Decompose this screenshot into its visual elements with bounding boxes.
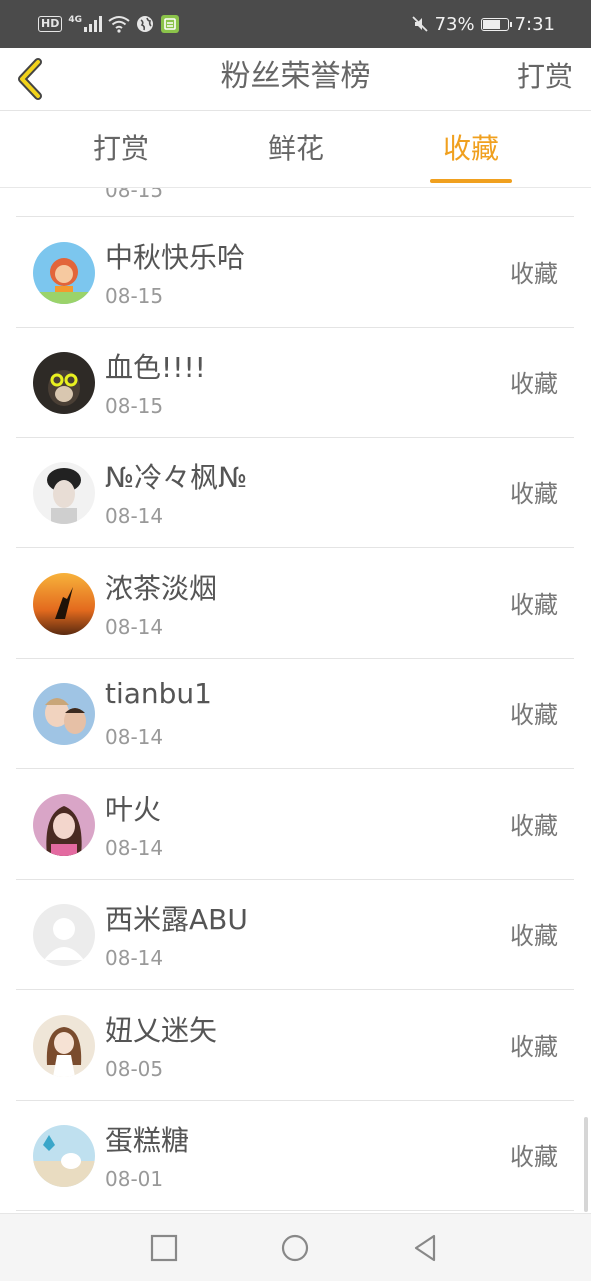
tip-button[interactable]: 打赏 xyxy=(517,48,573,110)
item-name: 妞乂迷矢 xyxy=(105,1014,218,1047)
network-type-label: 4G xyxy=(68,15,82,25)
tab-tip[interactable]: 打赏 xyxy=(80,111,162,187)
home-button[interactable] xyxy=(277,1230,313,1266)
globe-icon xyxy=(137,16,153,32)
tab-label: 鲜花 xyxy=(267,132,324,165)
doll-avatar xyxy=(33,1015,95,1077)
item-type-label: 收藏 xyxy=(510,812,558,840)
battery-percent: 73% xyxy=(434,13,475,35)
triangle-back-icon xyxy=(414,1234,436,1262)
tab-favorites[interactable]: 收藏 xyxy=(430,111,512,187)
status-bar: HD 4G 73% 7:31 xyxy=(0,0,591,48)
status-icons-left: HD 4G xyxy=(38,12,180,36)
tab-label: 打赏 xyxy=(92,132,149,165)
hd-indicator: HD xyxy=(38,16,63,32)
item-type-label: 收藏 xyxy=(510,1143,558,1171)
list-scrollbar[interactable] xyxy=(584,1117,588,1212)
list-item[interactable]: 叶火 08-14 收藏 xyxy=(16,770,574,880)
app-notification-icon xyxy=(161,15,179,33)
list-item[interactable]: 西米露ABU 08-14 收藏 xyxy=(16,880,574,990)
item-type-label: 收藏 xyxy=(510,260,558,288)
tab-bar: 打赏 鲜花 收藏 xyxy=(0,111,591,188)
item-name: tianbu1 xyxy=(105,677,212,710)
battery-icon xyxy=(480,17,512,31)
status-icons-right: 73% 7:31 xyxy=(411,12,555,36)
list-item[interactable]: 08-15 xyxy=(16,188,574,217)
item-name: 浓茶淡烟 xyxy=(105,572,218,605)
item-date: 08-15 xyxy=(105,284,164,308)
item-name: №冷々枫№ xyxy=(105,461,248,494)
item-date: 08-14 xyxy=(105,504,164,528)
item-type-label: 收藏 xyxy=(510,370,558,398)
item-name: 叶火 xyxy=(105,793,162,826)
item-name: 西米露ABU xyxy=(105,903,248,936)
circle-icon xyxy=(281,1234,309,1262)
couple-avatar xyxy=(33,683,95,745)
recent-apps-button[interactable] xyxy=(146,1230,182,1266)
item-type-label: 收藏 xyxy=(510,591,558,619)
dog-avatar xyxy=(33,352,95,414)
tab-label: 收藏 xyxy=(442,132,499,165)
portrait-avatar xyxy=(33,462,95,524)
item-date: 08-14 xyxy=(105,725,164,749)
list-item[interactable]: 血色!!!! 08-15 收藏 xyxy=(16,328,574,438)
item-type-label: 收藏 xyxy=(510,480,558,508)
back-nav-button[interactable] xyxy=(408,1230,444,1266)
list-item[interactable]: №冷々枫№ 08-14 收藏 xyxy=(16,438,574,548)
list-item[interactable]: 蛋糕糖 08-01 收藏 xyxy=(16,1101,574,1211)
item-type-label: 收藏 xyxy=(510,1033,558,1061)
beach-avatar xyxy=(33,1125,95,1187)
item-date: 08-14 xyxy=(105,836,164,860)
wifi-icon xyxy=(108,16,130,33)
item-date: 08-01 xyxy=(105,1167,164,1191)
item-type-label: 收藏 xyxy=(510,922,558,950)
list-item[interactable]: tianbu1 08-14 收藏 xyxy=(16,659,574,769)
cartoon-avatar xyxy=(33,242,95,304)
fan-list[interactable]: 08-15 中秋快乐哈 08-15 收藏 血色!!!! 08-15 收藏 №冷々… xyxy=(16,188,574,1213)
item-name: 蛋糕糖 xyxy=(105,1124,190,1157)
list-item[interactable]: 中秋快乐哈 08-15 收藏 xyxy=(16,218,574,328)
item-date: 08-15 xyxy=(105,394,164,418)
tab-flowers[interactable]: 鲜花 xyxy=(255,111,337,187)
item-date: 08-15 xyxy=(105,188,164,202)
signal-icon xyxy=(84,16,102,32)
item-name: 血色!!!! xyxy=(105,351,206,384)
list-item[interactable]: 妞乂迷矢 08-05 收藏 xyxy=(16,991,574,1101)
app-header: 粉丝荣誉榜 打赏 xyxy=(0,48,591,111)
sunset-avatar xyxy=(33,573,95,635)
girl-avatar xyxy=(33,794,95,856)
active-tab-indicator xyxy=(430,179,512,183)
system-nav-bar xyxy=(0,1213,591,1281)
item-date: 08-14 xyxy=(105,946,164,970)
clock: 7:31 xyxy=(514,13,555,35)
item-date: 08-05 xyxy=(105,1057,164,1081)
item-date: 08-14 xyxy=(105,615,164,639)
page-title: 粉丝荣誉榜 xyxy=(220,59,371,94)
square-icon xyxy=(150,1234,178,1262)
item-type-label: 收藏 xyxy=(510,701,558,729)
default-avatar xyxy=(33,904,95,966)
item-name: 中秋快乐哈 xyxy=(105,241,246,274)
mute-icon xyxy=(411,16,428,32)
list-item[interactable]: 浓茶淡烟 08-14 收藏 xyxy=(16,549,574,659)
